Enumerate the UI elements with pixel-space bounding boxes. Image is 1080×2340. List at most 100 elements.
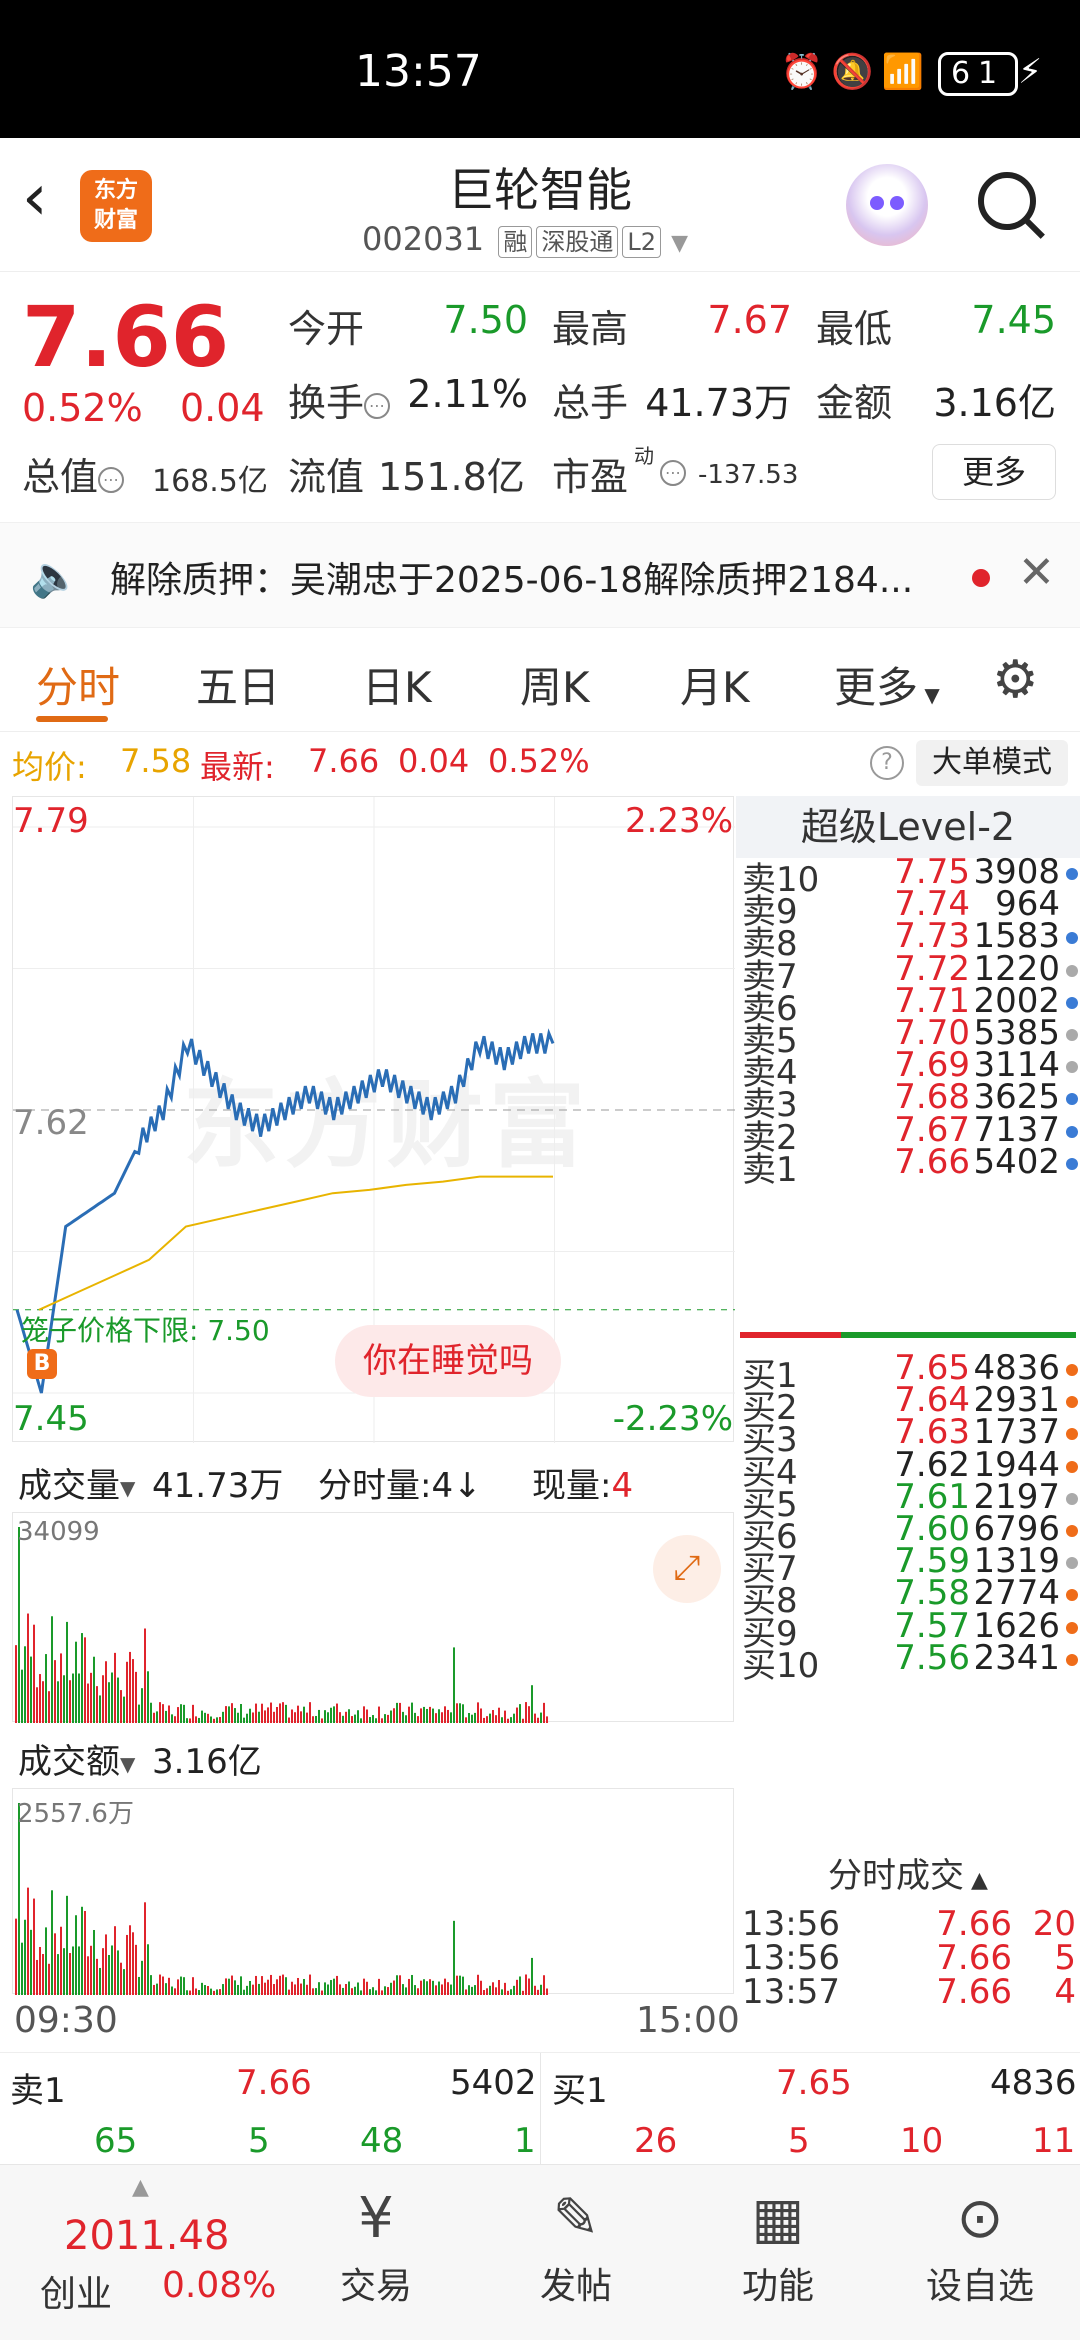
volume-bar <box>72 1946 74 1995</box>
volume-bar <box>126 1661 128 1723</box>
volume-bar <box>60 1926 62 1995</box>
volume-bar <box>285 1704 287 1723</box>
volume-bar <box>396 1702 398 1723</box>
expand-icon[interactable]: ⤢ <box>653 1535 721 1603</box>
bq-ask-volume: 5402 <box>450 2063 537 2103</box>
nav-trade[interactable]: ¥ 交易 <box>306 2187 446 2309</box>
volume-bar <box>399 1975 401 1995</box>
ask-row[interactable]: 卖1 7.66 5402 <box>736 1142 1080 1190</box>
change-percent: 0.52% <box>22 386 143 430</box>
volume-bar <box>48 1691 50 1723</box>
battery-icon: 61 <box>937 52 1019 96</box>
volume-selector[interactable]: 成交量 ▼ <box>18 1458 135 1507</box>
ask-volume: 5402 <box>973 1141 1060 1182</box>
notice-bar[interactable]: 🔈 解除质押：吴潮忠于2025-06-18解除质押2184... ✕ <box>0 522 1080 628</box>
axis-mid-price: 7.62 <box>13 1103 89 1143</box>
ticks-title[interactable]: 分时成交 ▲ <box>736 1848 1080 1897</box>
volume-bar <box>357 1982 359 1995</box>
volume-bar <box>225 1978 227 1995</box>
volume-bar <box>54 1660 56 1723</box>
sleep-prompt[interactable]: 你在睡觉吗 <box>335 1325 561 1397</box>
volume-bar <box>123 1969 125 1995</box>
amount-chart[interactable]: 2557.6万 <box>12 1788 734 1995</box>
gear-icon[interactable]: ⚙ <box>992 650 1039 710</box>
volume-bar <box>396 1975 398 1995</box>
tab-monthly-k[interactable]: 月K <box>680 654 750 715</box>
divider <box>540 2053 541 2165</box>
volume-bar <box>42 1681 44 1723</box>
volume-bar <box>141 1688 143 1723</box>
axis-top-pct: 2.23% <box>624 801 733 841</box>
volume-bar <box>276 1979 278 1995</box>
big-order-mode-button[interactable]: 大单模式 <box>916 740 1068 786</box>
intraday-chart[interactable]: 东方财富 7.79 2.23% 7.62 7.45 -2.23% 笼子价格下限:… <box>12 796 735 1443</box>
notice-text[interactable]: 解除质押：吴潮忠于2025-06-18解除质押2184... <box>110 551 950 603</box>
amount-total: 3.16亿 <box>152 1742 262 1782</box>
info-icon[interactable]: ⋯ <box>364 392 391 419</box>
volume-bar <box>240 1703 242 1723</box>
tab-weekly-k[interactable]: 周K <box>520 654 590 715</box>
nav-function[interactable]: ▦ 功能 <box>708 2187 848 2309</box>
volume-bar <box>393 1980 395 1995</box>
volume-bar <box>222 1984 224 1995</box>
grid-icon: ▦ <box>751 2186 805 2251</box>
info-icon[interactable]: ⋯ <box>660 460 686 486</box>
volume-bar <box>249 1980 251 1995</box>
volume-bar <box>510 1989 512 1995</box>
volume-bar <box>471 1986 473 1995</box>
buy-marker-icon[interactable]: B <box>27 1349 57 1379</box>
volume-bar <box>390 1982 392 1995</box>
tab-five-day[interactable]: 五日 <box>196 654 280 715</box>
volume-bar <box>498 1707 500 1723</box>
help-icon[interactable]: ? <box>870 746 904 780</box>
volume-bar <box>159 1702 161 1723</box>
order-dot <box>1066 1460 1078 1473</box>
volume-bar <box>195 1988 197 1995</box>
order-dot <box>1066 1396 1078 1409</box>
tab-underline <box>36 716 108 722</box>
close-icon[interactable]: ✕ <box>1018 547 1055 598</box>
turnover-label-text: 换手 <box>288 381 365 425</box>
volume-bar <box>345 1984 347 1995</box>
stock-code-line[interactable]: 002031 融深股通 L2 ▼ <box>362 220 688 258</box>
volume-bar <box>270 1974 272 1995</box>
order-book[interactable]: 超级Level-2 卖10 7.75 3908 卖9 7.74 964 卖8 7.73 1583… <box>736 796 1080 2056</box>
volume-bar <box>156 1983 158 1995</box>
volume-bar <box>429 1706 431 1723</box>
chart-tabs: 分时 五日 日K 周K 月K 更多 ▼ ⚙ <box>0 628 1080 732</box>
search-icon[interactable] <box>978 172 1036 230</box>
bq-ask-cell: 65 <box>94 2121 138 2161</box>
volume-bar <box>534 1985 536 1995</box>
more-button[interactable]: 更多 <box>932 444 1056 500</box>
volume-bar <box>150 1975 152 1995</box>
volume-bar <box>216 1989 218 1995</box>
volume-bar <box>144 1902 146 1995</box>
volume-bar <box>168 1705 170 1723</box>
volume-bar <box>264 1982 266 1995</box>
bid-row[interactable]: 买10 7.56 2341 <box>736 1638 1080 1686</box>
amount-selector[interactable]: 成交额 ▼ <box>18 1734 135 1783</box>
volume-bar <box>477 1974 479 1995</box>
volume-bar <box>336 1703 338 1723</box>
volume-bar <box>303 1706 305 1723</box>
info-icon[interactable]: ⋯ <box>98 466 125 493</box>
index-value: 2011.48 <box>64 2213 230 2259</box>
nav-post[interactable]: ✎ 发帖 <box>506 2187 646 2309</box>
tab-intraday[interactable]: 分时 <box>36 654 120 715</box>
volume-bar <box>147 1944 149 1995</box>
volume-bar <box>192 1704 194 1723</box>
tab-more[interactable]: 更多 ▼ <box>834 654 940 715</box>
tab-daily-k[interactable]: 日K <box>362 654 432 715</box>
volume-bar <box>324 1982 326 1995</box>
volume-bar <box>405 1987 407 1995</box>
assistant-robot-icon[interactable] <box>846 164 928 246</box>
order-book-title[interactable]: 超级Level-2 <box>736 796 1080 858</box>
nav-watchlist[interactable]: ⊙ 设自选 <box>910 2187 1050 2309</box>
volume-bar <box>120 1962 122 1995</box>
volume-bar <box>330 1707 332 1723</box>
latest-label: 最新: <box>200 748 275 786</box>
volume-bar <box>225 1706 227 1723</box>
volume-bar <box>420 1980 422 1995</box>
order-dot <box>1066 1157 1078 1170</box>
volume-chart[interactable]: 34099 ⤢ <box>12 1512 734 1723</box>
